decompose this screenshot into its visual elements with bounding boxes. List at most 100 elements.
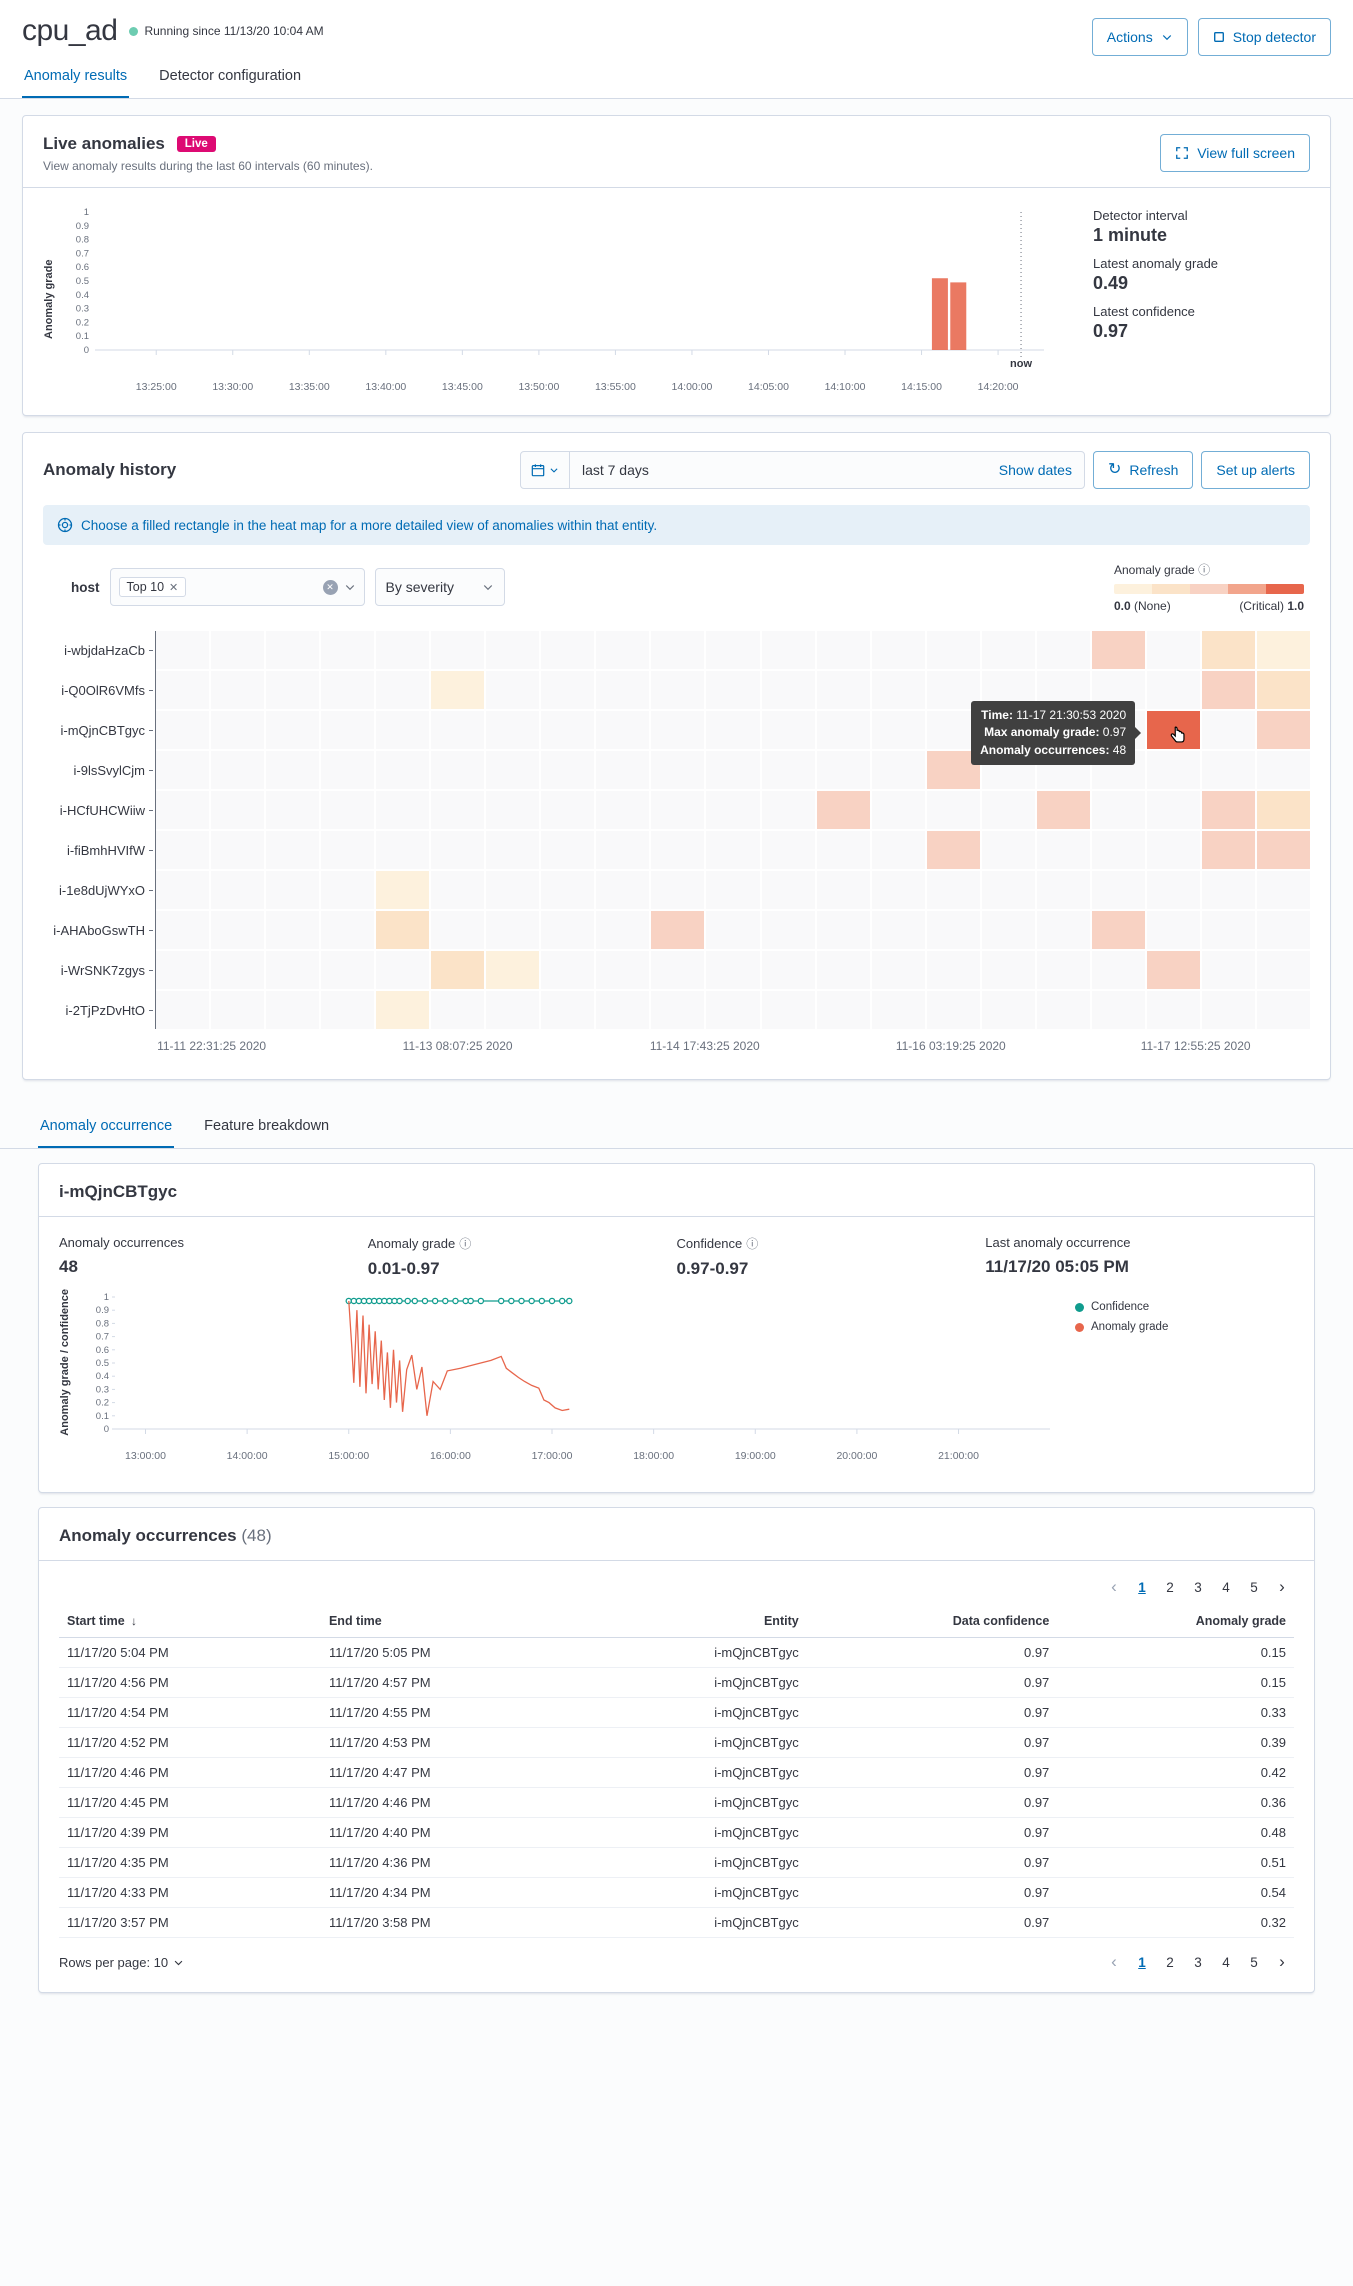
heatmap-cell[interactable] — [541, 711, 594, 749]
heatmap-cell[interactable] — [651, 631, 704, 669]
page-button-5[interactable]: 5 — [1242, 1950, 1266, 1974]
heatmap-cell[interactable] — [817, 751, 870, 789]
heatmap-cell[interactable] — [1037, 991, 1090, 1029]
column-header-anomaly-grade[interactable]: Anomaly grade — [1057, 1605, 1294, 1638]
heatmap-cell[interactable] — [321, 711, 374, 749]
show-dates-link[interactable]: Show dates — [987, 462, 1084, 478]
column-header-entity[interactable]: Entity — [583, 1605, 807, 1638]
heatmap-cell[interactable] — [1092, 631, 1145, 669]
heatmap-cell[interactable] — [321, 991, 374, 1029]
heatmap-cell[interactable] — [706, 871, 759, 909]
heatmap-cell[interactable] — [156, 991, 209, 1029]
calendar-dropdown[interactable] — [521, 452, 570, 488]
heatmap-cell[interactable] — [651, 991, 704, 1029]
heatmap-cell[interactable] — [596, 871, 649, 909]
heatmap-cell[interactable] — [431, 831, 484, 869]
info-icon[interactable]: ⓘ — [746, 1235, 758, 1252]
actions-button[interactable]: Actions — [1092, 18, 1188, 56]
heatmap-cell[interactable] — [321, 951, 374, 989]
legend-item[interactable]: Anomaly grade — [1075, 1321, 1205, 1333]
heatmap-cell[interactable] — [431, 711, 484, 749]
heatmap-cell[interactable] — [1037, 631, 1090, 669]
heatmap-cell[interactable] — [596, 791, 649, 829]
heatmap-cell[interactable] — [486, 711, 539, 749]
heatmap-cell[interactable] — [156, 911, 209, 949]
heatmap-cell[interactable] — [651, 751, 704, 789]
heatmap-cell[interactable] — [486, 951, 539, 989]
heatmap-cell[interactable] — [156, 871, 209, 909]
heatmap-cell[interactable] — [651, 831, 704, 869]
heatmap-cell[interactable] — [1092, 991, 1145, 1029]
page-button-5[interactable]: 5 — [1242, 1575, 1266, 1599]
heatmap-cell[interactable] — [1147, 631, 1200, 669]
heatmap-cell[interactable] — [927, 831, 980, 869]
stop-detector-button[interactable]: Stop detector — [1198, 18, 1331, 56]
heatmap-cell[interactable] — [1257, 911, 1310, 949]
view-fullscreen-button[interactable]: View full screen — [1160, 134, 1310, 172]
heatmap-cell[interactable] — [541, 951, 594, 989]
heatmap-cell[interactable] — [1257, 951, 1310, 989]
heatmap-cell[interactable] — [541, 831, 594, 869]
heatmap-cell[interactable] — [1257, 711, 1310, 749]
heatmap-cell[interactable] — [817, 631, 870, 669]
heatmap-cell[interactable] — [211, 791, 264, 829]
tab-anomaly-occurrence[interactable]: Anomaly occurrence — [38, 1106, 174, 1148]
heatmap-cell[interactable] — [541, 751, 594, 789]
heatmap-cell[interactable] — [266, 951, 319, 989]
heatmap-cell[interactable] — [762, 631, 815, 669]
heatmap-cell[interactable] — [651, 951, 704, 989]
heatmap-cell[interactable] — [706, 791, 759, 829]
heatmap-cell[interactable] — [1257, 831, 1310, 869]
heatmap-cell[interactable] — [431, 631, 484, 669]
heatmap-cell[interactable] — [927, 631, 980, 669]
heatmap-cell[interactable] — [872, 711, 925, 749]
heatmap-cell[interactable] — [541, 631, 594, 669]
heatmap-cell[interactable] — [651, 871, 704, 909]
heatmap-cell[interactable] — [762, 951, 815, 989]
heatmap-cell[interactable] — [872, 751, 925, 789]
heatmap-cell[interactable] — [1092, 871, 1145, 909]
heatmap-cell[interactable] — [872, 791, 925, 829]
heatmap-cell[interactable] — [762, 791, 815, 829]
heatmap-cell[interactable] — [266, 871, 319, 909]
heatmap-cell[interactable] — [486, 991, 539, 1029]
heatmap-cell[interactable] — [376, 951, 429, 989]
heatmap-cell[interactable] — [1147, 911, 1200, 949]
heatmap-cell[interactable] — [156, 711, 209, 749]
heatmap-cell[interactable] — [706, 751, 759, 789]
heatmap-cell[interactable] — [762, 871, 815, 909]
heatmap-cell[interactable] — [1257, 631, 1310, 669]
column-header-start-time[interactable]: Start time ↓ — [59, 1605, 321, 1638]
heatmap-cell[interactable] — [1092, 791, 1145, 829]
heatmap-cell[interactable] — [376, 991, 429, 1029]
heatmap-cell[interactable] — [321, 911, 374, 949]
heatmap-cell[interactable] — [266, 791, 319, 829]
heatmap-cell[interactable] — [321, 871, 374, 909]
legend-item[interactable]: Confidence — [1075, 1301, 1205, 1313]
heatmap-cell[interactable] — [266, 711, 319, 749]
heatmap-cell[interactable] — [817, 711, 870, 749]
heatmap-cell[interactable] — [982, 991, 1035, 1029]
heatmap-cell[interactable] — [156, 791, 209, 829]
heatmap-cell[interactable] — [872, 831, 925, 869]
heatmap-cell[interactable] — [762, 991, 815, 1029]
tab-detector-configuration[interactable]: Detector configuration — [157, 56, 303, 98]
heatmap-cell[interactable] — [596, 911, 649, 949]
heatmap-cell[interactable] — [376, 791, 429, 829]
heatmap-cell[interactable] — [982, 631, 1035, 669]
sort-by-select[interactable]: By severity — [375, 568, 505, 606]
heatmap-cell[interactable] — [266, 911, 319, 949]
heatmap-cell[interactable] — [486, 831, 539, 869]
heatmap-cell[interactable] — [1092, 911, 1145, 949]
remove-pill-icon[interactable]: ✕ — [169, 581, 178, 594]
heatmap-cell[interactable] — [431, 791, 484, 829]
heatmap-cell[interactable] — [651, 671, 704, 709]
heatmap-cell[interactable] — [321, 631, 374, 669]
heatmap-cell[interactable] — [376, 631, 429, 669]
heatmap-cell[interactable] — [762, 751, 815, 789]
page-button-3[interactable]: 3 — [1186, 1575, 1210, 1599]
heatmap-cell[interactable] — [817, 951, 870, 989]
heatmap-cell[interactable] — [927, 911, 980, 949]
heatmap-cell[interactable] — [1037, 831, 1090, 869]
heatmap-cell[interactable] — [486, 911, 539, 949]
